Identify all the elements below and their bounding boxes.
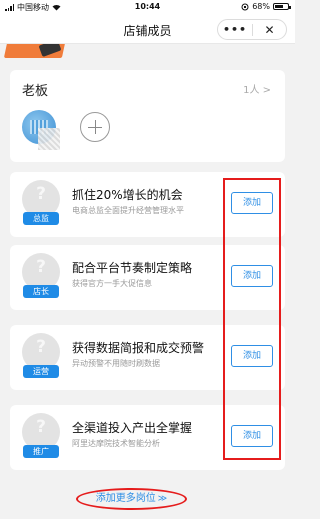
- status-bar: 中国移动 10:44 68%: [0, 0, 295, 14]
- boss-count-link[interactable]: 1人 >: [243, 81, 271, 96]
- role-description: 阿里达摩院技术智能分析: [72, 439, 160, 448]
- more-icon[interactable]: •••: [218, 23, 252, 36]
- role-description: 获得官方一手大促信息: [72, 279, 152, 288]
- role-badge: 店长: [23, 285, 59, 298]
- battery-group: 68%: [241, 2, 291, 11]
- role-badge: 运营: [23, 365, 59, 378]
- role-card-manager: ? 店长 配合平台节奏制定策略 获得官方一手大促信息 添加: [10, 245, 285, 310]
- role-badge: 总监: [23, 212, 59, 225]
- battery-icon: [273, 3, 291, 10]
- double-chevron-icon: ≫: [157, 494, 168, 504]
- battery-fill: [275, 5, 283, 8]
- banner-image: [0, 44, 295, 64]
- role-title: 全渠道投入产出全掌握: [72, 421, 193, 435]
- role-description: 电商总监全面提升经营管理水平: [72, 206, 184, 215]
- boss-title: 老板: [22, 84, 49, 99]
- role-card-operations: ? 运营 获得数据简报和成交预警 异动预警不用随时刷数据 添加: [10, 325, 285, 390]
- add-promotion-button[interactable]: 添加: [231, 425, 273, 447]
- nav-bar: 店铺成员 ••• ✕: [0, 14, 295, 44]
- role-title: 抓住20%增长的机会: [72, 188, 183, 202]
- role-title: 配合平台节奏制定策略: [72, 261, 193, 275]
- role-description: 异动预警不用随时刷数据: [72, 359, 160, 368]
- close-icon[interactable]: ✕: [253, 23, 286, 37]
- add-boss-button[interactable]: [80, 112, 110, 142]
- boss-name-redacted: [38, 128, 60, 150]
- add-more-roles-label: 添加更多岗位: [95, 493, 156, 504]
- rotation-lock-icon: [241, 3, 249, 10]
- add-operations-button[interactable]: 添加: [231, 345, 273, 367]
- role-card-promotion: ? 推广 全渠道投入产出全掌握 阿里达摩院技术智能分析 添加: [10, 405, 285, 470]
- boss-card: 老板 1人 >: [10, 70, 285, 162]
- add-manager-button[interactable]: 添加: [231, 265, 273, 287]
- add-director-button[interactable]: 添加: [231, 192, 273, 214]
- battery-percent: 68%: [252, 2, 270, 11]
- role-title: 获得数据简报和成交预警: [72, 341, 205, 355]
- add-more-roles-link[interactable]: 添加更多岗位 ≫: [76, 488, 187, 510]
- role-badge: 推广: [23, 445, 59, 458]
- mini-program-capsule: ••• ✕: [217, 19, 287, 40]
- role-card-director: ? 总监 抓住20%增长的机会 电商总监全面提升经营管理水平 添加: [10, 172, 285, 237]
